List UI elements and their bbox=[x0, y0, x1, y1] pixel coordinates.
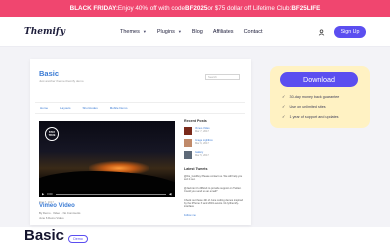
recent-posts-heading: Recent Posts bbox=[184, 119, 207, 123]
feature-item: ✓ 30-day money back guarantee bbox=[282, 94, 339, 99]
video-controls: ▶ 0:00 ◀) bbox=[39, 191, 175, 197]
list-item: Vimeo Video Mar 7, 2017 bbox=[184, 127, 244, 135]
feature-label: 30-day money back guarantee bbox=[289, 94, 340, 99]
tweet: @Jacinto it's difficult to provide suppo… bbox=[184, 186, 242, 194]
demo-button[interactable]: Demo bbox=[68, 235, 88, 243]
nav-item-label: Plugins bbox=[156, 29, 175, 35]
site-logo[interactable]: Themify bbox=[24, 27, 65, 37]
main-menu: Themes ▼ Plugins ▼ Blog Affiliates Contact bbox=[120, 29, 263, 35]
latest-tweets-heading: Latest Tweets bbox=[184, 167, 208, 171]
chevron-down-icon: ▼ bbox=[142, 29, 147, 34]
promo-text-2: or $75 dollar off Lifetime Club: bbox=[207, 5, 292, 12]
promo-code-1: BF2025 bbox=[185, 5, 208, 12]
post-thumb bbox=[184, 139, 192, 147]
download-button[interactable]: Download bbox=[280, 72, 358, 87]
chevron-down-icon: ▼ bbox=[177, 29, 182, 34]
nav-item-plugins[interactable]: Plugins ▼ bbox=[157, 29, 182, 35]
preview-site-title: Basic bbox=[39, 69, 60, 78]
check-icon: ✓ bbox=[282, 104, 286, 109]
tweet: @the_Godfrey Please contact us. We will … bbox=[184, 175, 243, 182]
theme-hero: Basic Just another theme.themify demo Se… bbox=[0, 47, 390, 227]
video-badge: STAY TRUE bbox=[45, 127, 59, 141]
preview-site-desc: Just another theme.themify demo bbox=[39, 79, 84, 83]
preview-post-meta-2: June 6 Demo Video bbox=[39, 216, 64, 220]
nav-item-affiliates[interactable]: Affiliates bbox=[213, 29, 234, 35]
user-icon[interactable] bbox=[316, 27, 327, 38]
user-glyph bbox=[318, 29, 325, 36]
volume-icon: ◀) bbox=[168, 192, 172, 196]
post-date: Mar 7, 2017 bbox=[195, 130, 209, 134]
nav-item-blog[interactable]: Blog bbox=[192, 29, 203, 35]
sign-up-button[interactable]: Sign Up bbox=[334, 26, 366, 38]
theme-title: Basic bbox=[24, 227, 65, 244]
preview-nav: Home Layouts Shortcodes Mobile Demo bbox=[35, 102, 245, 114]
list-item: Gallery Mar 5, 2017 bbox=[184, 151, 244, 159]
post-date: Mar 6, 2017 bbox=[195, 142, 209, 146]
tweet: Check out these 4th of June coding demos… bbox=[184, 198, 243, 209]
post-info: Image Lightbox Mar 6, 2017 bbox=[195, 139, 213, 145]
preview-sidebar: Recent Posts Vimeo Video Mar 7, 2017 Imag… bbox=[184, 119, 244, 222]
preview-video: STAY TRUE ▶ 0:00 ◀) bbox=[39, 121, 175, 197]
preview-nav-link: Home bbox=[40, 106, 49, 110]
preview-nav-link: Shortcodes bbox=[82, 106, 98, 110]
download-card: Download ✓ 30-day money back guarantee ✓ U… bbox=[270, 66, 370, 128]
preview-nav-link: Layouts bbox=[60, 106, 71, 110]
list-item: Image Lightbox Mar 6, 2017 bbox=[184, 139, 244, 147]
top-nav: Themify Themes ▼ Plugins ▼ Blog Affiliates… bbox=[0, 17, 390, 47]
post-thumb bbox=[184, 151, 192, 159]
promo-text-1: Enjoy 40% off with code bbox=[117, 5, 186, 12]
nav-item-themes[interactable]: Themes ▼ bbox=[120, 29, 147, 35]
feature-label: Use on unlimited sites bbox=[289, 104, 326, 109]
post-thumb bbox=[184, 127, 192, 135]
post-date: Mar 5, 2017 bbox=[195, 154, 209, 158]
promo-code-2: BF25LIFE bbox=[291, 5, 321, 12]
promo-banner[interactable]: BLACK FRIDAY: Enjoy 40% off with code BF… bbox=[0, 0, 390, 17]
feature-item: ✓ Use on unlimited sites bbox=[282, 104, 326, 109]
promo-lead: BLACK FRIDAY: bbox=[69, 5, 118, 12]
check-icon: ✓ bbox=[282, 94, 286, 99]
preview-search: Search bbox=[205, 74, 240, 80]
follow-link: Follow me bbox=[184, 213, 196, 217]
post-info: Vimeo Video Mar 7, 2017 bbox=[195, 127, 210, 133]
video-time: 0:00 bbox=[47, 192, 53, 196]
play-icon: ▶ bbox=[42, 192, 45, 196]
post-info: Gallery Mar 5, 2017 bbox=[195, 151, 209, 157]
nav-item-label: Themes bbox=[120, 29, 140, 35]
theme-preview[interactable]: Basic Just another theme.themify demo Se… bbox=[30, 59, 251, 225]
feature-label: 1 year of support and updates bbox=[289, 114, 339, 119]
preview-nav-link: Mobile Demo bbox=[109, 106, 128, 110]
preview-post-meta: By Demo · Video · No Comments bbox=[39, 211, 81, 215]
check-icon: ✓ bbox=[282, 114, 286, 119]
video-progress bbox=[55, 193, 166, 195]
feature-item: ✓ 1 year of support and updates bbox=[282, 114, 339, 119]
preview-video-title: Vimeo Video bbox=[39, 203, 75, 209]
nav-item-contact[interactable]: Contact bbox=[244, 29, 263, 35]
